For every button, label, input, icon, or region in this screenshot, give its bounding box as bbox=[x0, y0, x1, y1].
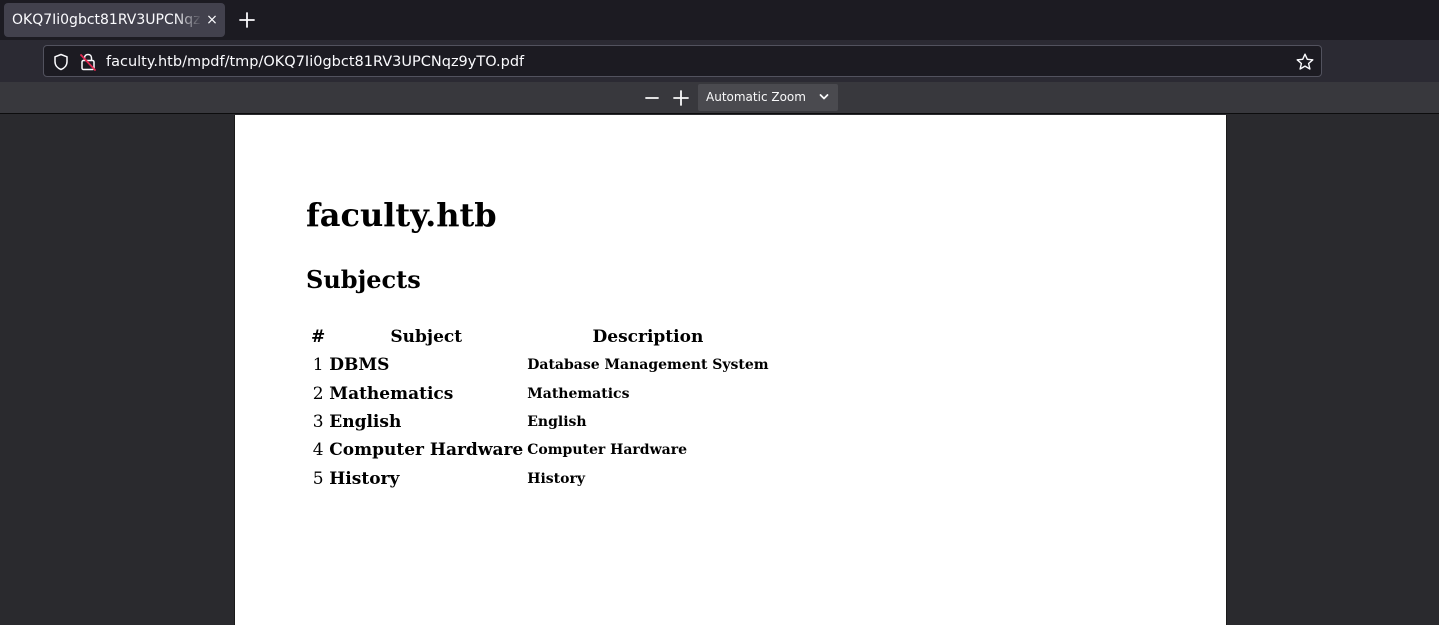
row-subject: Mathematics bbox=[329, 383, 454, 404]
table-row: 2 Mathematics Mathematics bbox=[310, 379, 770, 407]
row-number: 2 bbox=[312, 383, 324, 404]
row-number: 1 bbox=[312, 355, 324, 376]
table-row: 1 DBMS Database Management System bbox=[310, 351, 770, 379]
active-tab[interactable]: OKQ7Ii0gbct81RV3UPCNqz9yTO.pdf × bbox=[4, 3, 225, 37]
close-tab-icon[interactable]: × bbox=[203, 11, 221, 29]
subjects-table: # Subject Description 1 DBMS Database Ma… bbox=[308, 323, 772, 493]
table-header-row: # Subject Description bbox=[310, 323, 770, 351]
row-description: History bbox=[527, 470, 585, 487]
tab-title: OKQ7Ii0gbct81RV3UPCNqz9yTO.pdf bbox=[12, 12, 202, 28]
shield-icon[interactable] bbox=[52, 53, 70, 71]
row-description: English bbox=[527, 413, 587, 430]
tab-strip: OKQ7Ii0gbct81RV3UPCNqz9yTO.pdf × bbox=[0, 0, 1439, 40]
row-description: Database Management System bbox=[527, 357, 769, 374]
row-number: 4 bbox=[312, 440, 324, 461]
chevron-down-icon bbox=[819, 94, 829, 100]
zoom-value: Automatic Zoom bbox=[706, 90, 806, 104]
row-subject: DBMS bbox=[329, 355, 390, 376]
table-row: 5 History History bbox=[310, 465, 770, 493]
row-number: 3 bbox=[312, 411, 324, 432]
bookmark-star-icon[interactable] bbox=[1295, 52, 1315, 72]
pdf-toolbar: Automatic Zoom bbox=[0, 82, 1439, 114]
url-text[interactable]: faculty.htb/mpdf/tmp/OKQ7Ii0gbct81RV3UPC… bbox=[106, 52, 524, 72]
table-row: 3 English English bbox=[310, 408, 770, 436]
row-description: Mathematics bbox=[527, 385, 630, 402]
pdf-page: faculty.htb Subjects # Subject Descripti… bbox=[234, 115, 1227, 625]
zoom-out-icon[interactable] bbox=[641, 87, 663, 109]
zoom-in-icon[interactable] bbox=[670, 87, 692, 109]
url-bar[interactable]: faculty.htb/mpdf/tmp/OKQ7Ii0gbct81RV3UPC… bbox=[43, 45, 1322, 77]
zoom-select[interactable]: Automatic Zoom bbox=[698, 84, 838, 111]
row-subject: Computer Hardware bbox=[329, 440, 524, 461]
plus-icon[interactable] bbox=[234, 7, 260, 33]
document-subtitle: Subjects bbox=[306, 265, 421, 294]
row-description: Computer Hardware bbox=[527, 442, 688, 459]
column-header-description: Description bbox=[592, 327, 704, 347]
column-header-number: # bbox=[311, 327, 326, 347]
column-header-subject: Subject bbox=[390, 327, 463, 347]
table-row: 4 Computer Hardware Computer Hardware bbox=[310, 436, 770, 464]
pdf-viewer[interactable]: faculty.htb Subjects # Subject Descripti… bbox=[0, 115, 1439, 625]
row-number: 5 bbox=[312, 468, 324, 489]
document-title: faculty.htb bbox=[306, 196, 497, 234]
insecure-lock-icon[interactable] bbox=[79, 52, 97, 72]
row-subject: History bbox=[329, 468, 400, 489]
navigation-bar: faculty.htb/mpdf/tmp/OKQ7Ii0gbct81RV3UPC… bbox=[0, 40, 1439, 82]
row-subject: English bbox=[329, 411, 402, 432]
